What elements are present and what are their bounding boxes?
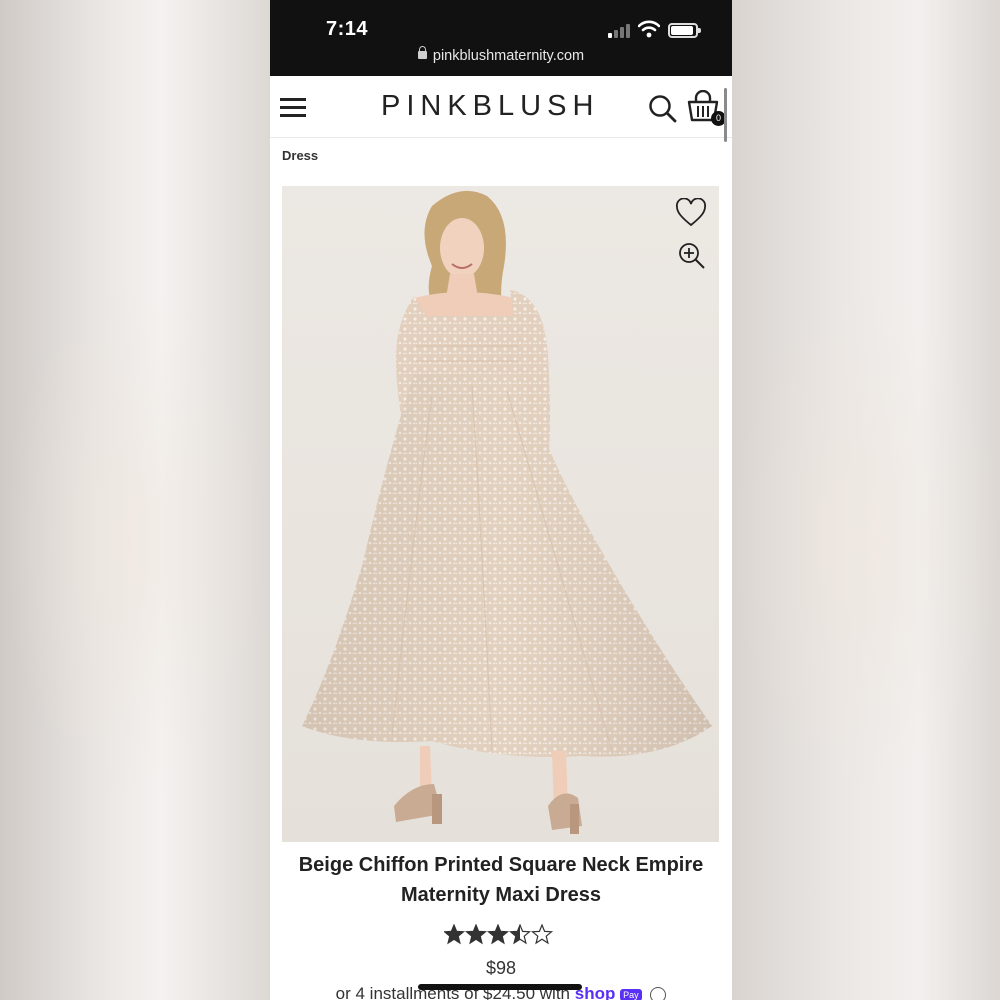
wifi-icon [638, 20, 660, 38]
background-right [732, 0, 1000, 1000]
zoom-in-icon[interactable] [678, 242, 706, 270]
model-photo [302, 190, 712, 834]
phone-screen: 7:14 pinkblushmaternity.com PINKBLUSH 0 … [270, 0, 732, 1000]
product-image[interactable] [282, 186, 719, 842]
heart-icon[interactable] [675, 198, 707, 228]
home-indicator[interactable] [418, 984, 582, 990]
pay-badge: Pay [620, 988, 642, 1000]
scrollbar[interactable] [724, 88, 727, 142]
star-2 [465, 924, 487, 944]
site-header: PINKBLUSH [270, 76, 732, 138]
status-time: 7:14 [326, 18, 369, 40]
battery-icon [668, 23, 701, 38]
url-text: pinkblushmaternity.com [432, 48, 585, 64]
cellular-signal-icon [608, 24, 632, 38]
star-1 [444, 924, 465, 944]
search-icon[interactable] [648, 94, 678, 124]
hamburger-menu-icon[interactable] [280, 96, 306, 118]
star-4 [509, 924, 531, 944]
star-rating[interactable] [444, 924, 554, 946]
product-title: Beige Chiffon Printed Square Neck Empire… [298, 854, 704, 906]
product-price: $98 [485, 958, 517, 978]
breadcrumb-current: Dress [282, 148, 319, 163]
info-icon[interactable] [650, 986, 667, 1000]
star-5 [531, 924, 553, 944]
status-bar: 7:14 pinkblushmaternity.com [270, 0, 732, 76]
star-3 [487, 924, 509, 944]
address-bar[interactable]: pinkblushmaternity.com [270, 46, 732, 64]
background-left [0, 0, 270, 1000]
site-logo[interactable]: PINKBLUSH [381, 90, 599, 123]
lock-icon [417, 46, 427, 59]
